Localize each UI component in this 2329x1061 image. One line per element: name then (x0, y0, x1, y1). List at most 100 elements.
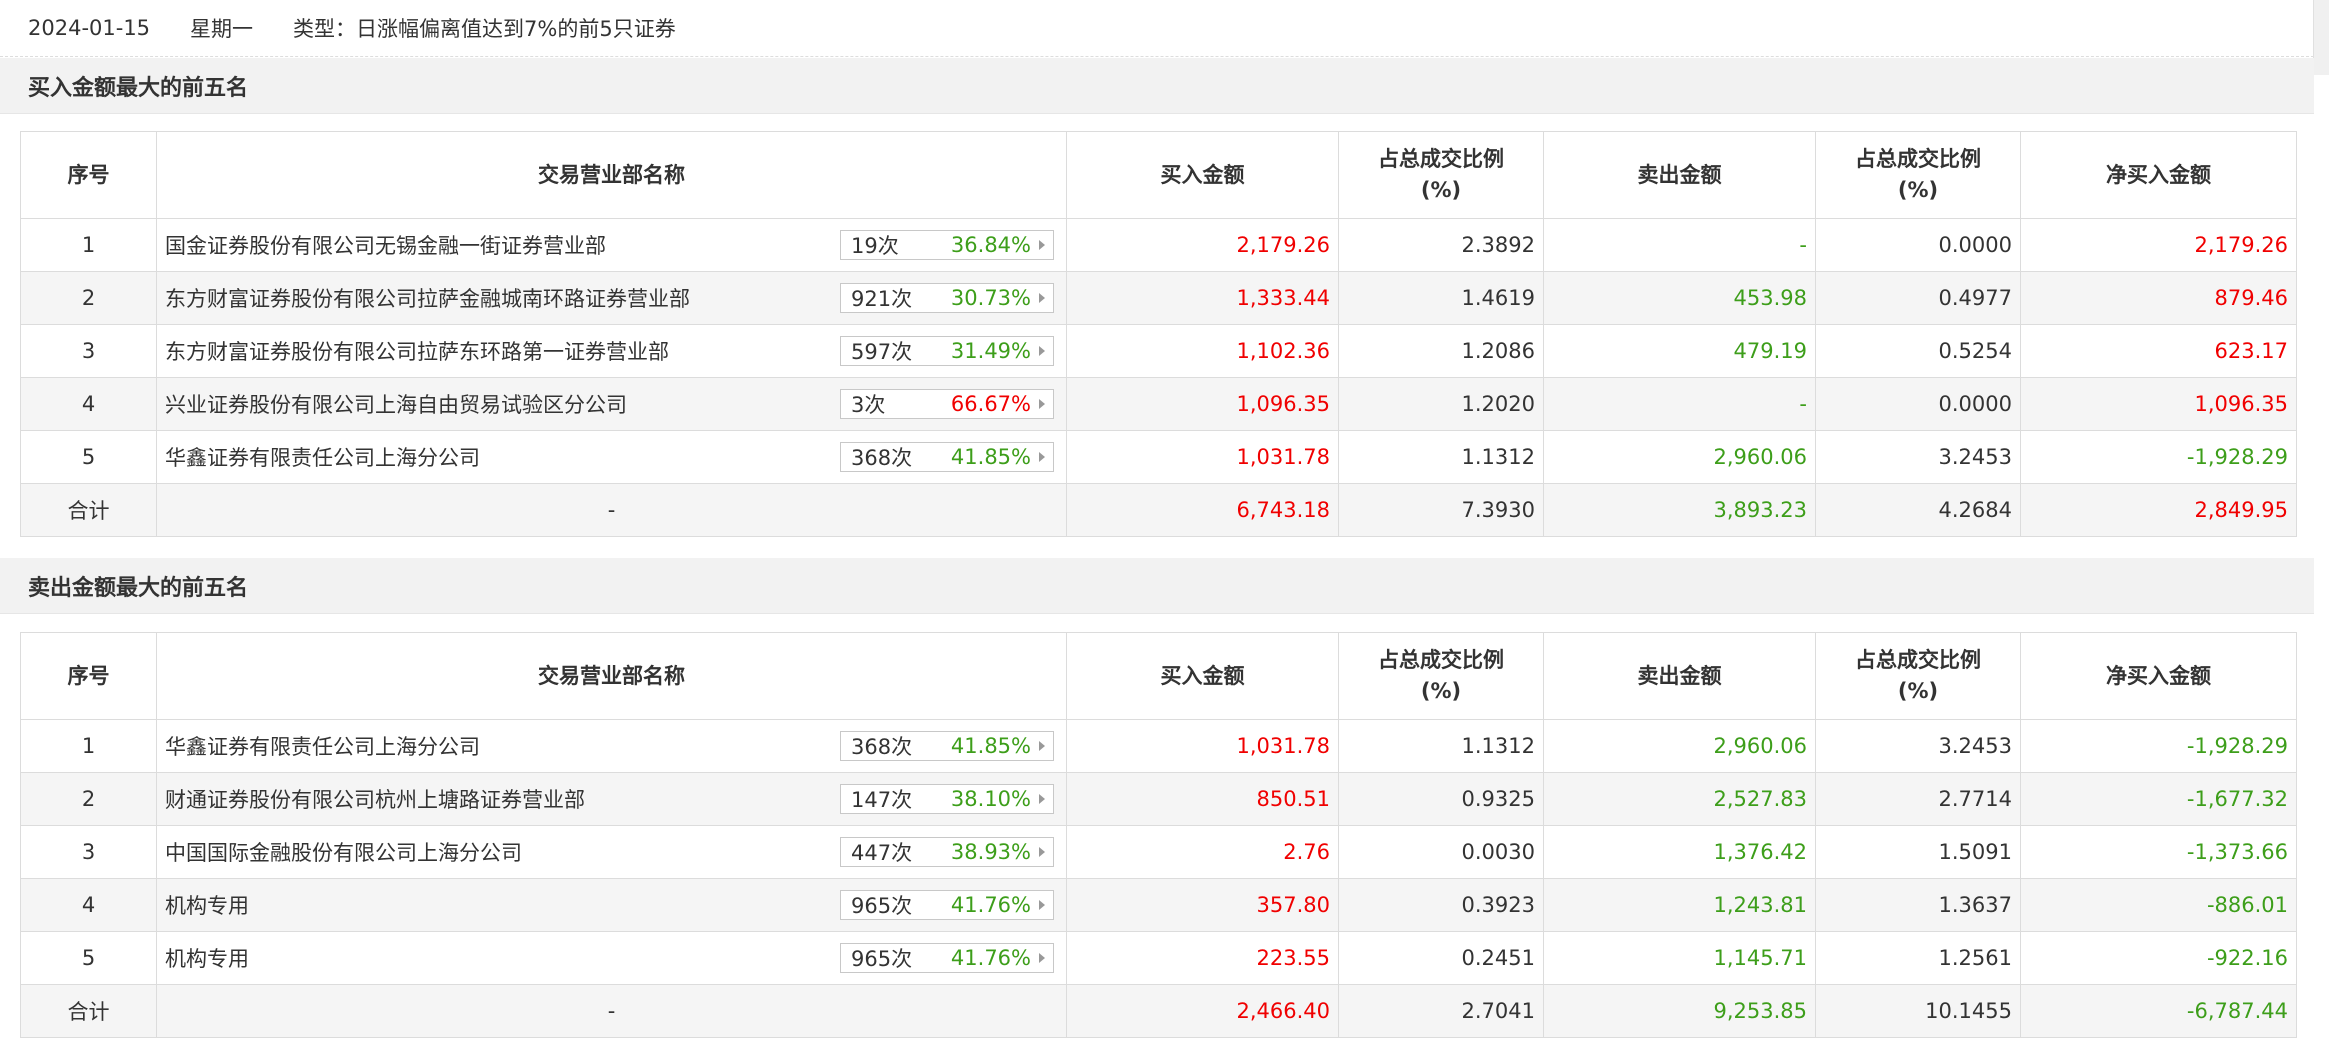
branch-name-link[interactable]: 东方财富证券股份有限公司拉萨东环路第一证券营业部 (165, 336, 669, 366)
branch-stats-dropdown[interactable]: 368次 41.85% (840, 442, 1054, 472)
col-branch-name-header: 交易营业部名称 (156, 632, 1067, 720)
table-row[interactable]: 4 机构专用 965次 41.76% 357.80 0.3923 1,243.81 1.363… (20, 878, 2297, 932)
branch-stats-dropdown[interactable]: 921次 30.73% (840, 283, 1054, 313)
total-sell-ratio: 4.2684 (1815, 483, 2021, 537)
buy-amount: 2.76 (1066, 825, 1339, 879)
caret-right-icon (1039, 953, 1045, 963)
branch-stats-dropdown[interactable]: 965次 41.76% (840, 890, 1054, 920)
sell-ratio: 1.5091 (1815, 825, 2021, 879)
success-rate: 41.85% (950, 734, 1031, 758)
listing-count: 965次 (851, 894, 913, 918)
branch-name-link[interactable]: 国金证券股份有限公司无锡金融一街证券营业部 (165, 230, 606, 260)
sell-amount: 1,376.42 (1543, 825, 1816, 879)
col-sell-amount-header: 卖出金额 (1543, 632, 1816, 720)
caret-right-icon (1039, 240, 1045, 250)
row-index: 2 (20, 772, 157, 826)
buy-section-header: 买入金额最大的前五名 (0, 58, 2314, 114)
total-buy-ratio: 2.7041 (1338, 984, 1544, 1038)
total-net-buy: 2,849.95 (2020, 483, 2297, 537)
buy-ratio: 1.1312 (1338, 430, 1544, 484)
branch-stats-dropdown[interactable]: 368次 41.85% (840, 731, 1054, 761)
table-row[interactable]: 5 机构专用 965次 41.76% 223.55 0.2451 1,145.71 1.256… (20, 931, 2297, 985)
branch-stats-dropdown[interactable]: 19次 36.84% (840, 230, 1054, 260)
total-row: 合计 -2,466.40 2.7041 9,253.85 10.1455 -6,787.4… (20, 984, 2297, 1038)
branch-name-cell: 东方财富证券股份有限公司拉萨东环路第一证券营业部 597次 31.49% (156, 324, 1067, 378)
row-index: 2 (20, 271, 157, 325)
branch-name-link[interactable]: 东方财富证券股份有限公司拉萨金融城南环路证券营业部 (165, 283, 690, 313)
caret-right-icon (1039, 399, 1045, 409)
table-row[interactable]: 5 华鑫证券有限责任公司上海分公司 368次 41.85% 1,031.78 1.1312… (20, 430, 2297, 484)
sell-ratio: 0.0000 (1815, 377, 2021, 431)
table-row[interactable]: 1 华鑫证券有限责任公司上海分公司 368次 41.85% 1,031.78 1.1312… (20, 719, 2297, 773)
sell-amount: 453.98 (1543, 271, 1816, 325)
table-row[interactable]: 2 东方财富证券股份有限公司拉萨金融城南环路证券营业部 921次 30.73% 1,33… (20, 271, 2297, 325)
buy-amount: 1,031.78 (1066, 430, 1339, 484)
table-row[interactable]: 3 中国国际金融股份有限公司上海分公司 447次 38.93% 2.76 0.0030 1,… (20, 825, 2297, 879)
sell-ratio: 3.2453 (1815, 719, 2021, 773)
buy-section-title: 买入金额最大的前五名 (28, 75, 249, 101)
total-net-buy: -6,787.44 (2020, 984, 2297, 1038)
caret-right-icon (1039, 293, 1045, 303)
row-index: 5 (20, 430, 157, 484)
sell-ratio: 0.0000 (1815, 218, 2021, 272)
caret-right-icon (1039, 847, 1045, 857)
table-row[interactable]: 1 国金证券股份有限公司无锡金融一街证券营业部 19次 36.84% 2,179.26 2… (20, 218, 2297, 272)
buy-amount: 223.55 (1066, 931, 1339, 985)
buy-ratio: 0.3923 (1338, 878, 1544, 932)
sell-amount: 2,527.83 (1543, 772, 1816, 826)
buy-amount: 1,102.36 (1066, 324, 1339, 378)
buy-ratio: 1.4619 (1338, 271, 1544, 325)
net-buy-amount: 879.46 (2020, 271, 2297, 325)
buy-amount: 850.51 (1066, 772, 1339, 826)
listing-count: 368次 (851, 735, 913, 759)
sell-ratio: 3.2453 (1815, 430, 2021, 484)
branch-name-link[interactable]: 机构专用 (165, 890, 249, 920)
branch-stats-dropdown[interactable]: 147次 38.10% (840, 784, 1054, 814)
caret-right-icon (1039, 741, 1045, 751)
branch-name-link[interactable]: 机构专用 (165, 943, 249, 973)
branch-name-link[interactable]: 华鑫证券有限责任公司上海分公司 (165, 731, 480, 761)
col-net-buy-header: 净买入金额 (2020, 632, 2297, 720)
success-rate: 41.85% (950, 445, 1031, 469)
col-buy-ratio-header: 占总成交比例 (%) (1338, 131, 1544, 219)
branch-name-cell: 兴业证券股份有限公司上海自由贸易试验区分公司 3次 66.67% (156, 377, 1067, 431)
col-index-header: 序号 (20, 131, 157, 219)
branch-name-cell: 国金证券股份有限公司无锡金融一街证券营业部 19次 36.84% (156, 218, 1067, 272)
table-row[interactable]: 4 兴业证券股份有限公司上海自由贸易试验区分公司 3次 66.67% 1,096.35 1… (20, 377, 2297, 431)
buy-ratio: 2.3892 (1338, 218, 1544, 272)
total-sell-ratio: 10.1455 (1815, 984, 2021, 1038)
branch-stats-dropdown[interactable]: 447次 38.93% (840, 837, 1054, 867)
branch-name-link[interactable]: 财通证券股份有限公司杭州上塘路证券营业部 (165, 784, 585, 814)
branch-name-link[interactable]: 华鑫证券有限责任公司上海分公司 (165, 442, 480, 472)
branch-name-link[interactable]: 兴业证券股份有限公司上海自由贸易试验区分公司 (165, 389, 627, 419)
listing-count: 19次 (851, 234, 899, 258)
net-buy-amount: -1,928.29 (2020, 430, 2297, 484)
success-rate: 38.10% (950, 787, 1031, 811)
col-index-header: 序号 (20, 632, 157, 720)
success-rate: 38.93% (950, 840, 1031, 864)
caret-right-icon (1039, 452, 1045, 462)
branch-stats-dropdown[interactable]: 3次 66.67% (840, 389, 1054, 419)
col-branch-name-header: 交易营业部名称 (156, 131, 1067, 219)
net-buy-amount: 2,179.26 (2020, 218, 2297, 272)
table-row[interactable]: 3 东方财富证券股份有限公司拉萨东环路第一证券营业部 597次 31.49% 1,102… (20, 324, 2297, 378)
buy-ratio: 0.2451 (1338, 931, 1544, 985)
sell-amount: 2,960.06 (1543, 430, 1816, 484)
listing-count: 447次 (851, 841, 913, 865)
branch-stats-dropdown[interactable]: 965次 41.76% (840, 943, 1054, 973)
table-header-row: 序号 交易营业部名称 买入金额 占总成交比例 (%) 卖出金额 占总成交比例 (%) 净买入… (20, 131, 2297, 219)
success-rate: 66.67% (950, 392, 1031, 416)
table-row[interactable]: 2 财通证券股份有限公司杭州上塘路证券营业部 147次 38.10% 850.51 0.9… (20, 772, 2297, 826)
branch-name-cell: 华鑫证券有限责任公司上海分公司 368次 41.85% (156, 719, 1067, 773)
listing-count: 368次 (851, 446, 913, 470)
branch-stats-dropdown[interactable]: 597次 31.49% (840, 336, 1054, 366)
trade-date: 2024-01-15 (28, 16, 151, 40)
success-rate: 30.73% (950, 286, 1031, 310)
branch-name-link[interactable]: 中国国际金融股份有限公司上海分公司 (165, 837, 522, 867)
listing-count: 597次 (851, 340, 913, 364)
branch-name-cell: 东方财富证券股份有限公司拉萨金融城南环路证券营业部 921次 30.73% (156, 271, 1067, 325)
list-type-label: 类型：日涨幅偏离值达到7%的前5只证券 (293, 17, 676, 41)
weekday-label: 星期一 (190, 17, 254, 41)
scrollbar[interactable] (2313, 0, 2329, 75)
net-buy-amount: -1,373.66 (2020, 825, 2297, 879)
